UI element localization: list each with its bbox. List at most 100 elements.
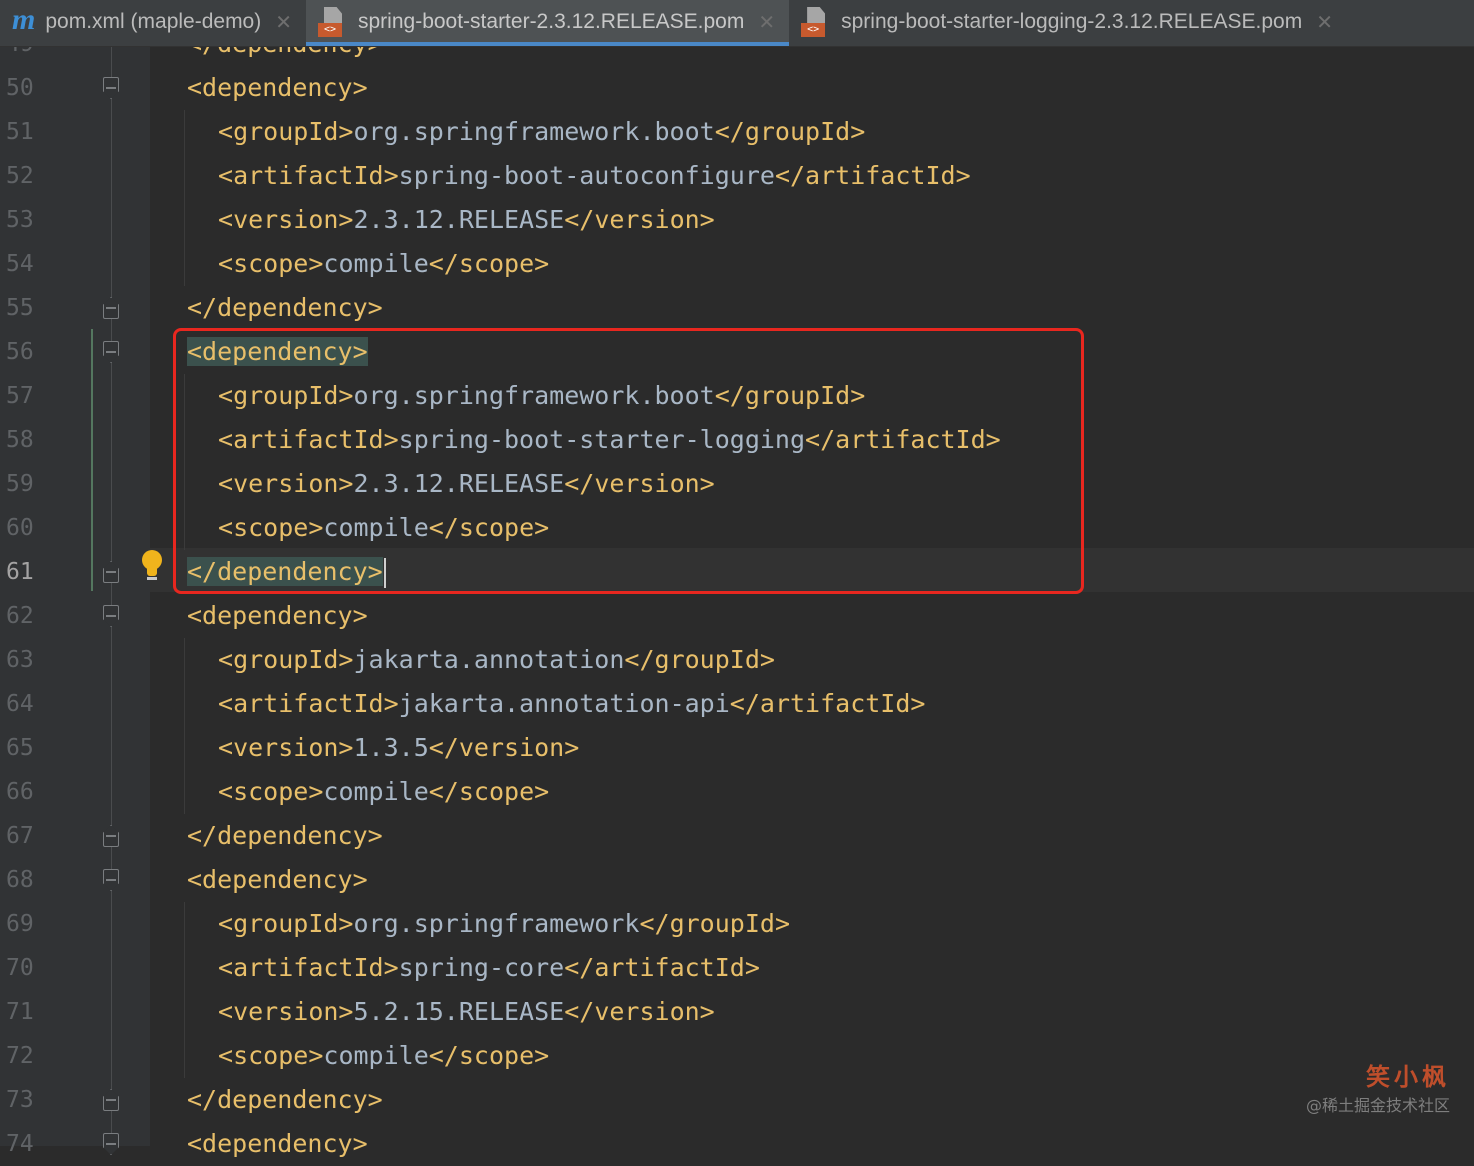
- code-line: <scope>compile</scope>: [218, 770, 549, 814]
- xml-tag-name: scope: [233, 777, 309, 806]
- xml-tag-close: >: [699, 997, 715, 1026]
- xml-tag-open: >: [383, 689, 399, 718]
- xml-tag-name: scope: [233, 1041, 309, 1070]
- xml-tag-close: </: [639, 909, 670, 938]
- line-number: 73: [6, 1087, 34, 1113]
- xml-tag-open: >: [338, 117, 354, 146]
- xml-tag-close: </: [624, 645, 655, 674]
- xml-text-value: jakarta.annotation-api: [398, 689, 730, 718]
- xml-text-value: 5.2.15.RELEASE: [353, 997, 565, 1026]
- tab-spring-boot-starter-logging-pom[interactable]: <> spring-boot-starter-logging-2.3.12.RE…: [789, 0, 1347, 44]
- close-icon[interactable]: ✕: [1316, 10, 1333, 35]
- line-number: 50: [6, 75, 34, 101]
- line-number: 56: [6, 339, 34, 365]
- xml-tag-close: >: [534, 249, 550, 278]
- xml-tag: </dependency>: [187, 293, 383, 322]
- line-number: 52: [6, 163, 34, 189]
- xml-tag-open: <: [218, 953, 234, 982]
- line-number: 64: [6, 691, 34, 717]
- xml-tag-open: <: [218, 777, 234, 806]
- xml-tag-close: </: [714, 117, 745, 146]
- xml-tag: <dependency>: [187, 601, 368, 630]
- line-number: 60: [6, 515, 34, 541]
- xml-tag-open: <: [218, 909, 234, 938]
- xml-tag-close: >: [850, 117, 866, 146]
- code-line: <dependency>: [187, 66, 368, 110]
- xml-tag-open: >: [308, 249, 324, 278]
- watermark-main: 笑小枫: [1366, 1063, 1450, 1091]
- xml-tag-close: >: [534, 777, 550, 806]
- indent-guide: [184, 110, 185, 286]
- tab-label: pom.xml (maple-demo): [45, 10, 262, 33]
- xml-tag-name: groupId: [233, 909, 339, 938]
- close-icon[interactable]: ✕: [275, 10, 292, 35]
- code-line: <version>2.3.12.RELEASE</version>: [218, 198, 715, 242]
- xml-tag-name: version: [594, 997, 700, 1026]
- xml-tag-name: groupId: [744, 117, 851, 146]
- code-line: <groupId>org.springframework</groupId>: [218, 902, 790, 946]
- code-line: </dependency>: [187, 814, 383, 858]
- line-number: 66: [6, 779, 34, 805]
- xml-tag-open: >: [308, 777, 324, 806]
- xml-text-value: spring-boot-autoconfigure: [398, 161, 775, 190]
- lightbulb-icon[interactable]: [141, 550, 163, 580]
- line-number: 62: [6, 603, 34, 629]
- xml-tag-open: >: [338, 733, 354, 762]
- line-number: 51: [6, 119, 34, 145]
- line-number: 74: [6, 1131, 34, 1157]
- tab-pom-xml[interactable]: m pom.xml (maple-demo) ✕: [0, 0, 306, 44]
- vcs-change-marker[interactable]: [91, 329, 93, 591]
- xml-tag-close: </: [729, 689, 760, 718]
- xml-tag-open: >: [383, 953, 399, 982]
- code-line: <dependency>: [187, 594, 368, 638]
- xml-tag-name: scope: [458, 1041, 535, 1070]
- xml-tag-open: <: [218, 205, 234, 234]
- line-number: 68: [6, 867, 34, 893]
- xml-tag: <dependency>: [187, 1129, 368, 1158]
- xml-tag-name: version: [458, 733, 565, 762]
- xml-tag-close: >: [955, 161, 971, 190]
- xml-text-value: compile: [323, 1041, 429, 1070]
- fold-toggle-icon[interactable]: [103, 1133, 119, 1155]
- xml-tag-open: >: [383, 161, 399, 190]
- code-line: <artifactId>spring-boot-autoconfigure</a…: [218, 154, 971, 198]
- xml-text-value: compile: [323, 249, 429, 278]
- xml-tag-name: scope: [458, 249, 535, 278]
- xml-text-value: 1.3.5: [353, 733, 429, 762]
- xml-tag: </dependency>: [187, 821, 383, 850]
- xml-tag-close: >: [774, 909, 790, 938]
- tab-spring-boot-starter-pom[interactable]: <> spring-boot-starter-2.3.12.RELEASE.po…: [306, 0, 790, 46]
- close-icon[interactable]: ✕: [758, 10, 775, 35]
- xml-tag-open: >: [308, 1041, 324, 1070]
- xml-tag-name: groupId: [654, 645, 760, 674]
- code-line: <artifactId>spring-core</artifactId>: [218, 946, 760, 990]
- xml-tag-close: >: [759, 645, 775, 674]
- pom-file-icon: <>: [318, 7, 348, 37]
- xml-tag-name: scope: [458, 777, 535, 806]
- editor-tab-bar: m pom.xml (maple-demo) ✕ <> spring-boot-…: [0, 0, 1474, 47]
- xml-tag-name: groupId: [233, 117, 339, 146]
- xml-tag-open: >: [338, 205, 354, 234]
- xml-tag-close: </: [564, 205, 595, 234]
- xml-text-value: 2.3.12.RELEASE: [353, 205, 565, 234]
- xml-text-value: org.springframework: [353, 909, 640, 938]
- pom-file-icon: <>: [801, 7, 831, 37]
- xml-tag-name: version: [233, 997, 339, 1026]
- xml-tag: </dependency>: [187, 1085, 383, 1114]
- fold-guide: [111, 46, 112, 1146]
- xml-tag-close: </: [428, 733, 459, 762]
- xml-tag-name: scope: [233, 249, 309, 278]
- line-number: 55: [6, 295, 34, 321]
- xml-tag-open: >: [338, 997, 354, 1026]
- xml-tag-open: <: [218, 645, 234, 674]
- line-number: 70: [6, 955, 34, 981]
- xml-tag-close: </: [564, 953, 595, 982]
- line-number: 61: [6, 559, 34, 585]
- line-number: 71: [6, 999, 34, 1025]
- xml-text-value: compile: [323, 777, 429, 806]
- xml-tag-close: </: [428, 249, 459, 278]
- xml-text-value: jakarta.annotation: [353, 645, 625, 674]
- xml-text-value: org.springframework.boot: [353, 117, 715, 146]
- xml-tag-open: >: [338, 645, 354, 674]
- code-line: <dependency>: [187, 858, 368, 902]
